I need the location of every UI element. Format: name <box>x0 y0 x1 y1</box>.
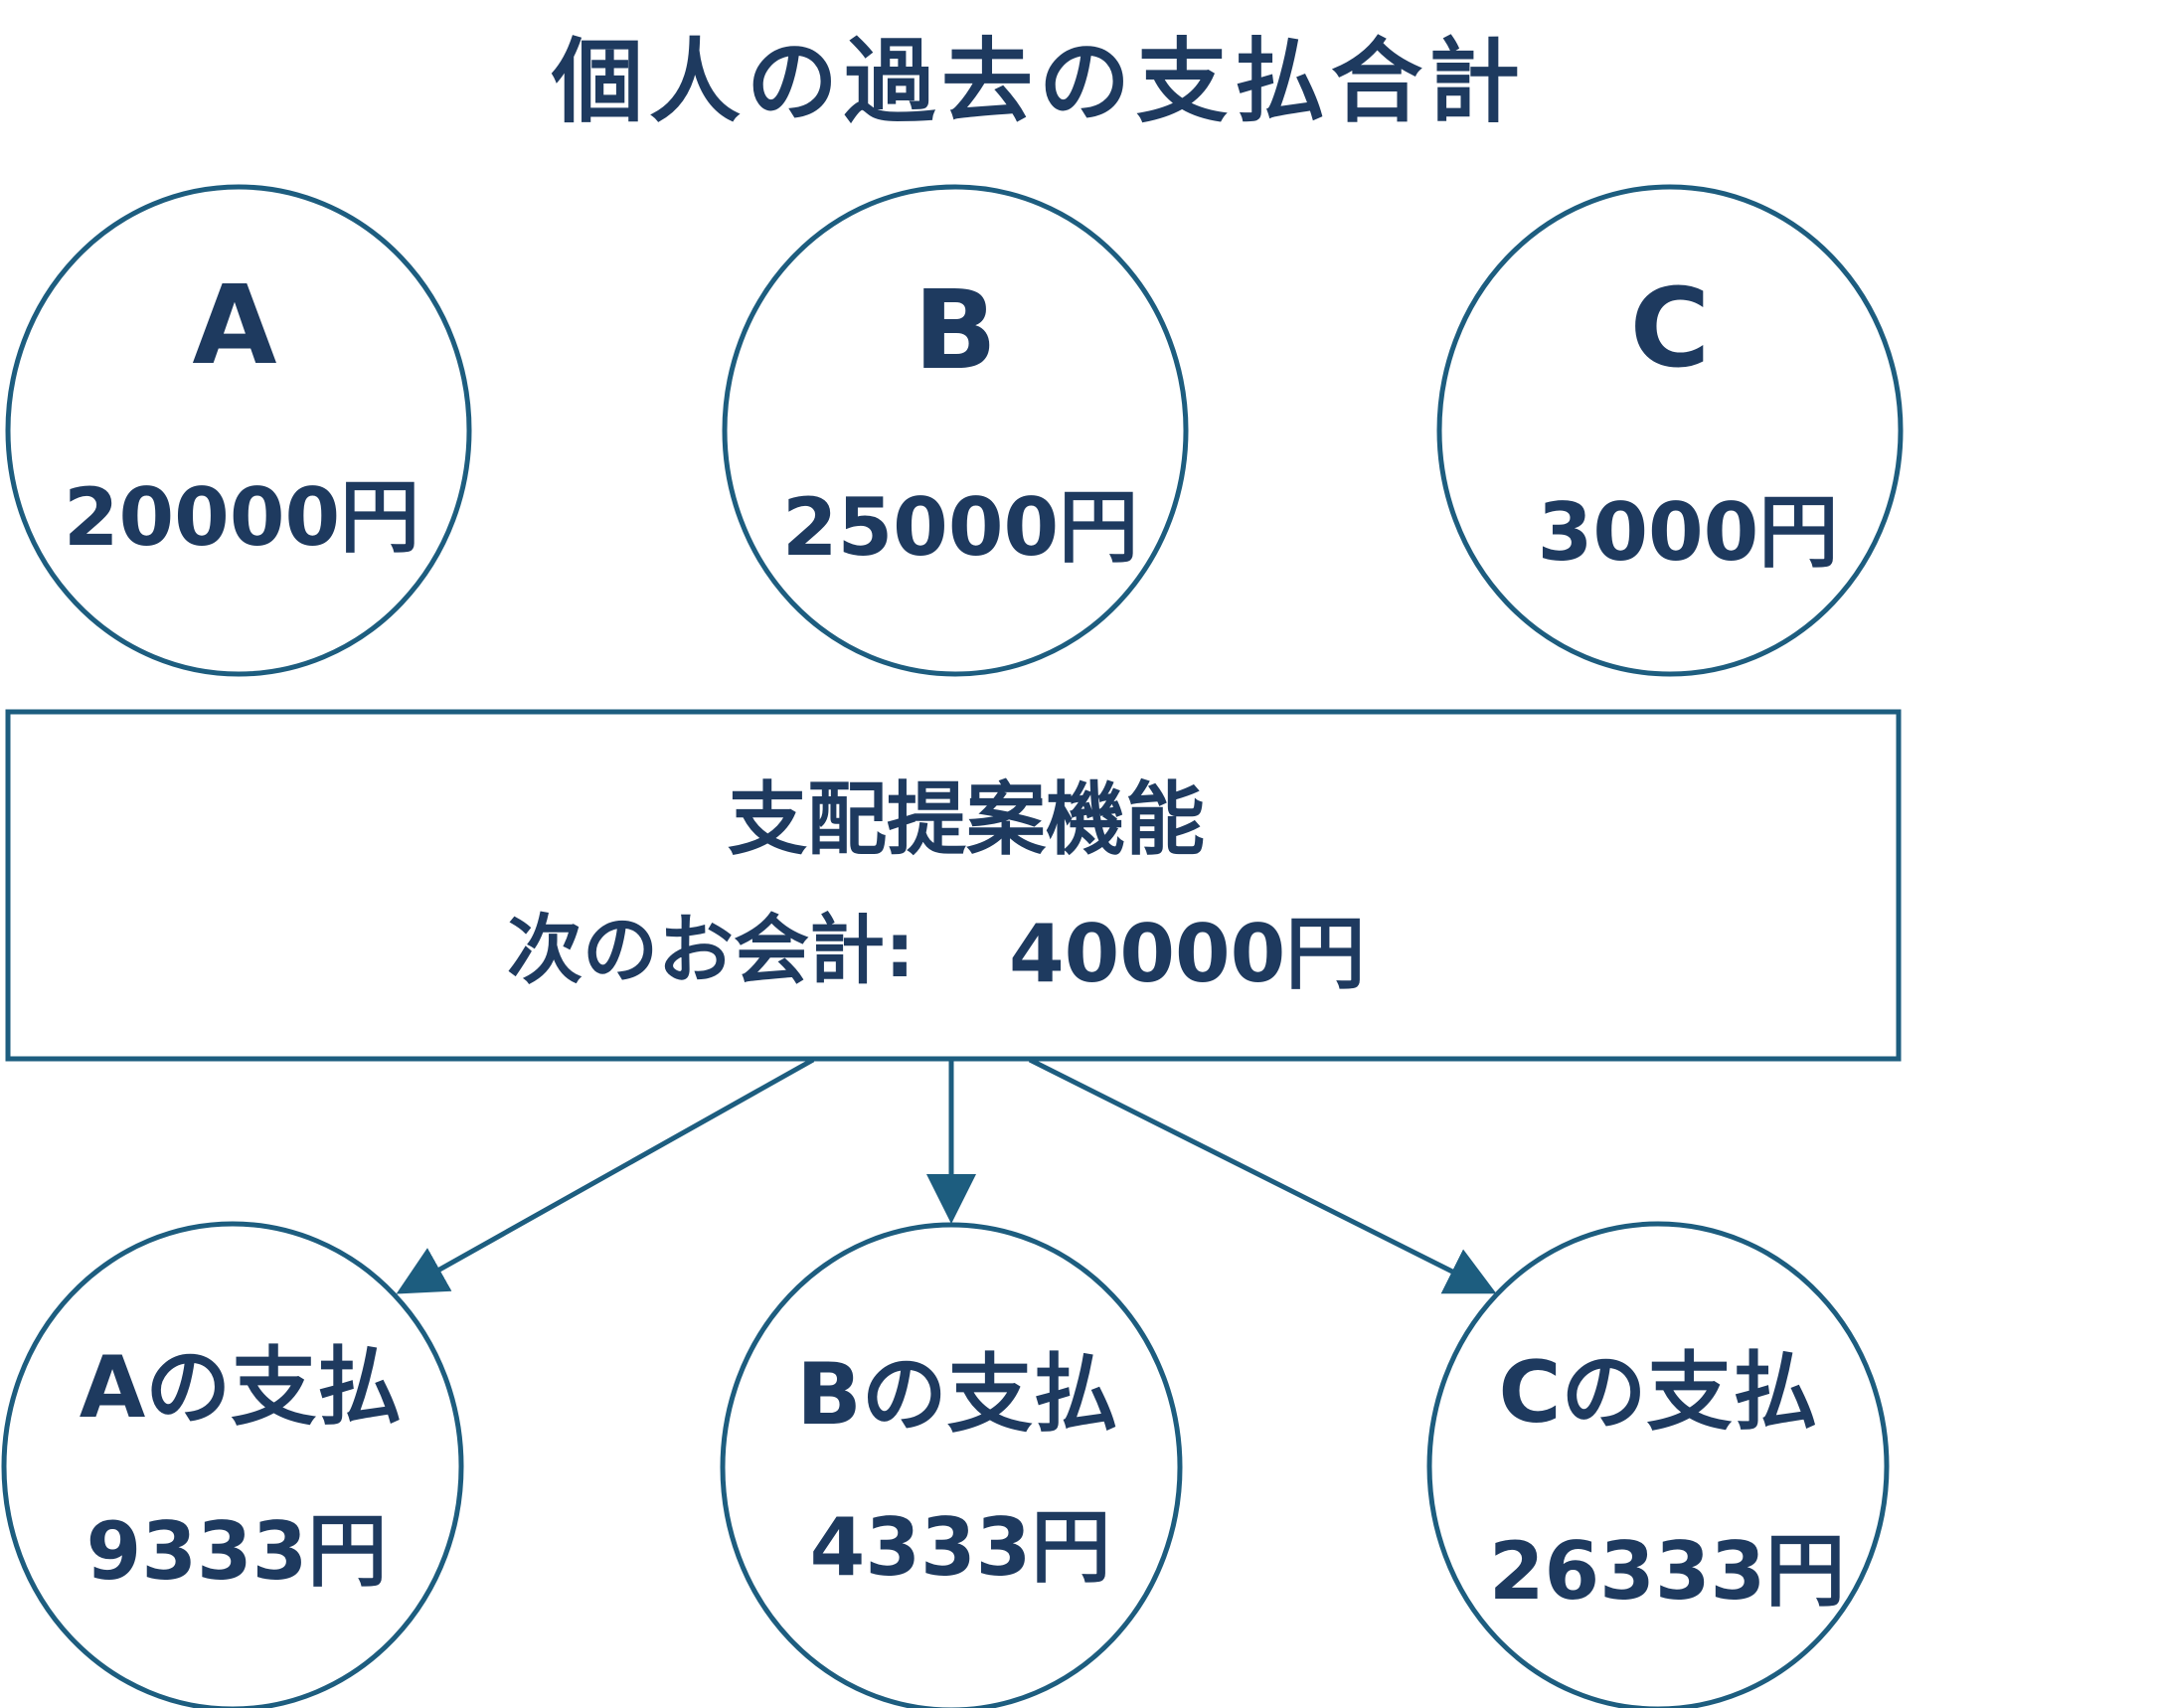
arrow-to-c <box>1028 1057 1497 1294</box>
past-node-a-circle <box>5 184 472 677</box>
split-node-c-label: Cの支払 <box>1498 1343 1817 1443</box>
split-node-a-amount: 9333円 <box>86 1505 388 1598</box>
split-node-c: Cの支払 26333円 <box>1426 1221 1890 1708</box>
arrow-to-a <box>396 1057 815 1294</box>
past-node-c-amount: 3000円 <box>1538 486 1839 579</box>
past-node-b-circle <box>722 184 1189 677</box>
split-node-b: Bの支払 4333円 <box>720 1222 1183 1708</box>
past-node-c-circle <box>1436 184 1904 677</box>
next-bill-amount: 40000円 <box>1009 908 1365 1000</box>
next-bill-label: 次のお会計: <box>507 906 915 994</box>
past-node-c: C 3000円 <box>1436 184 1904 677</box>
split-node-c-amount: 26333円 <box>1489 1525 1845 1618</box>
past-node-a: A 20000円 <box>5 184 472 677</box>
split-node-c-circle <box>1426 1221 1890 1708</box>
proposal-box: 支配提案機能 次のお会計: 40000円 <box>5 709 1902 1062</box>
split-node-b-amount: 4333円 <box>810 1501 1111 1594</box>
proposal-box-border <box>5 709 1902 1062</box>
past-node-b-name: B <box>914 266 997 394</box>
past-node-b-amount: 25000円 <box>782 481 1138 574</box>
past-node-a-amount: 20000円 <box>64 471 419 564</box>
split-node-b-label: Bの支払 <box>796 1345 1118 1445</box>
past-node-c-name: C <box>1630 264 1711 392</box>
split-node-a-circle <box>1 1221 464 1708</box>
split-node-a-label: Aの支払 <box>80 1338 403 1438</box>
split-node-a: Aの支払 9333円 <box>1 1221 464 1708</box>
past-node-a-name: A <box>192 261 276 389</box>
past-node-b: B 25000円 <box>722 184 1189 677</box>
split-node-b-circle <box>720 1222 1183 1708</box>
proposal-title: 支配提案機能 <box>728 773 1205 866</box>
payment-split-diagram: A 20000円 B 25000円 C 3000円 支配提案機能 次のお会計: … <box>1 184 1904 1708</box>
